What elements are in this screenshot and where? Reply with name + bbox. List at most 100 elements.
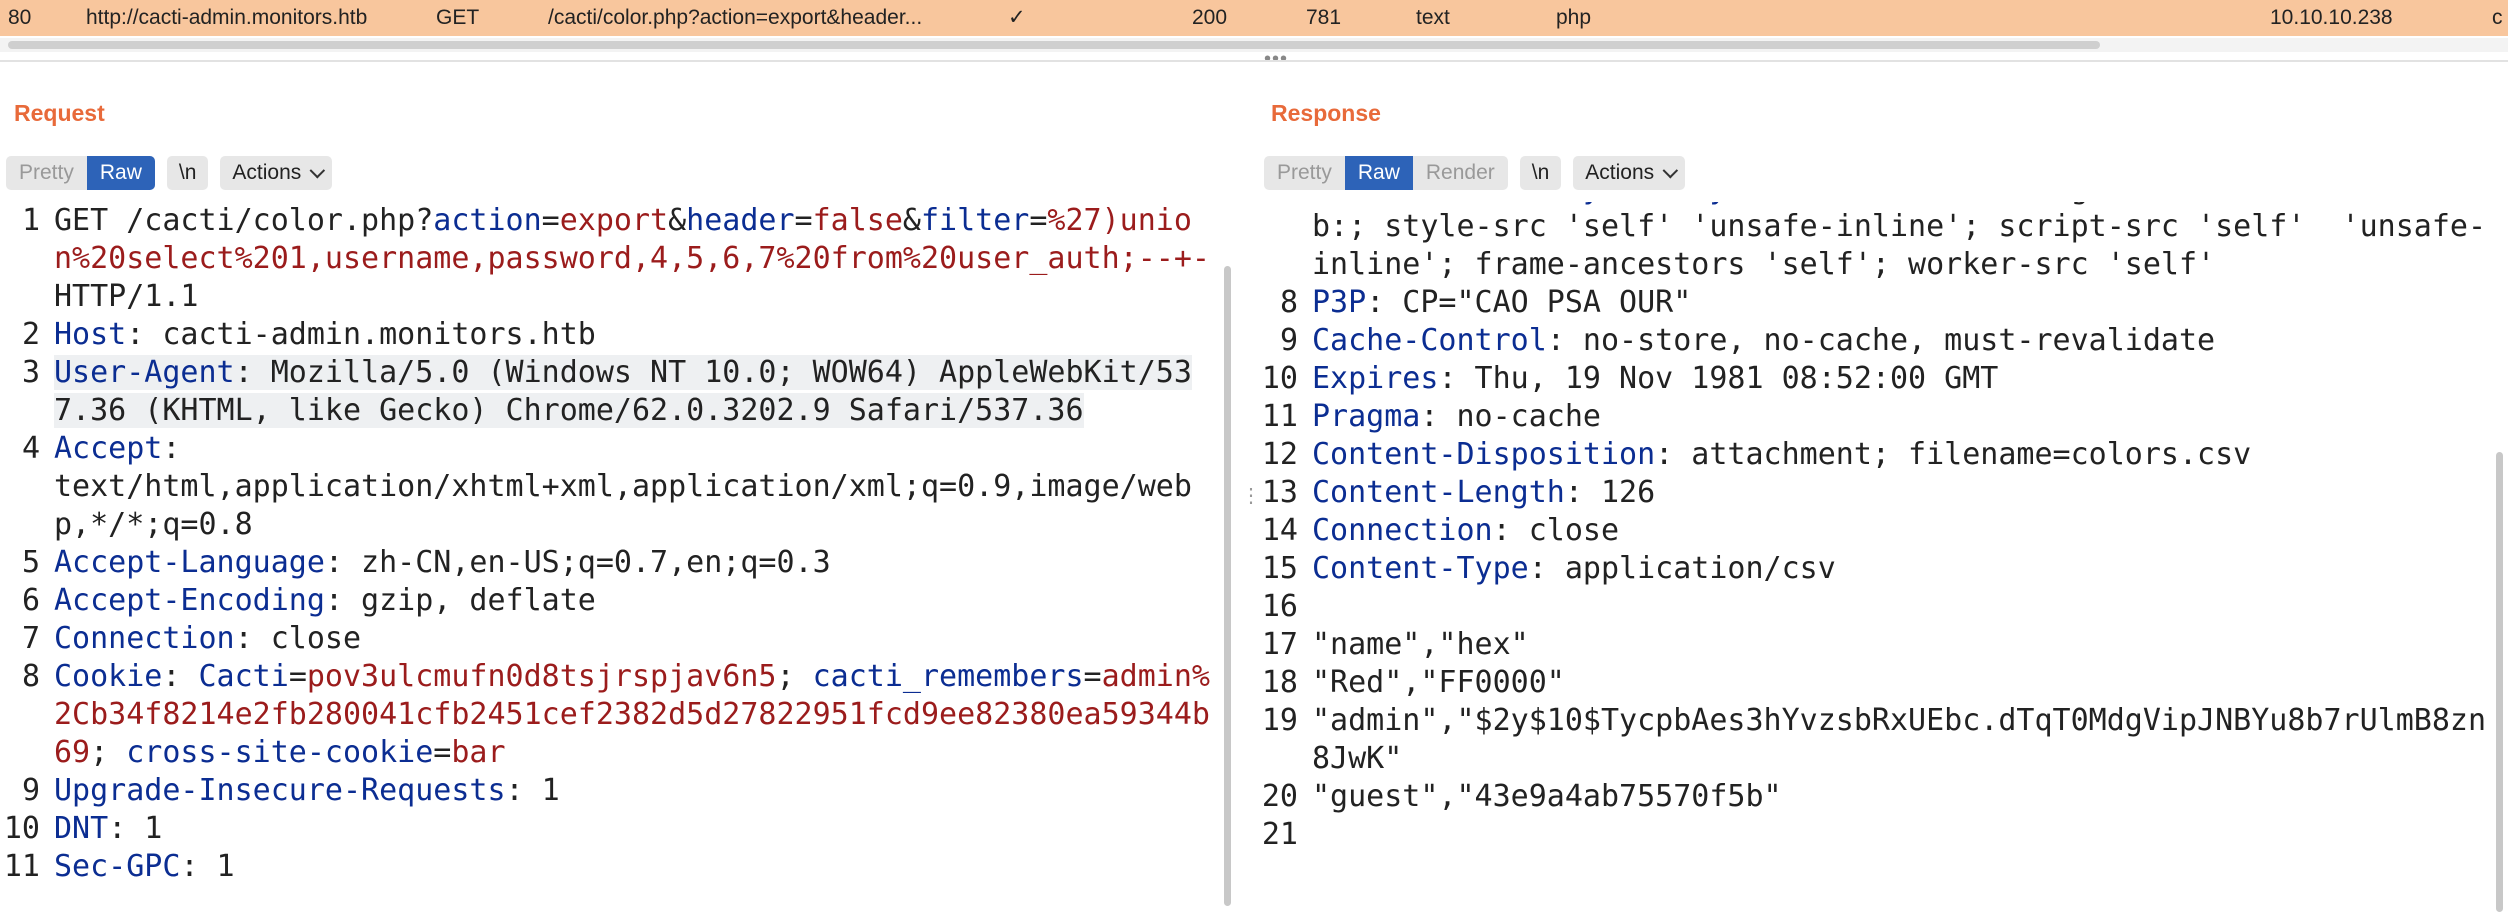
code-line: 4 Accept: text/html,application/xhtml+xml… [0, 430, 1214, 544]
line-number: 9 [21, 773, 40, 808]
history-method: GET [436, 6, 480, 29]
history-number: 80 [8, 6, 32, 29]
code-text: = [1083, 659, 1102, 694]
code-text: = [433, 735, 452, 770]
code-line: 5 Accept-Language: zh-CN,en-US;q=0.7,en;q… [0, 544, 1214, 582]
tab-raw[interactable]: Raw [1344, 156, 1413, 190]
line-number: 2 [21, 317, 40, 352]
code-text: : text/html,application/xhtml+xml,applic… [54, 431, 1192, 542]
line-number: 15 [1261, 551, 1298, 586]
actions-button[interactable]: Actions [220, 156, 333, 190]
line-number: 5 [21, 545, 40, 580]
history-selected-row[interactable]: 80 http://cacti-admin.monitors.htb GET /… [0, 0, 2508, 36]
code-line: 10 Expires: Thu, 19 Nov 1981 08:52:00 GMT [1258, 360, 2490, 398]
tab-raw[interactable]: Raw [86, 156, 155, 190]
code-line: 11 Sec-GPC: 1 [0, 848, 1214, 886]
chevron-down-icon [1662, 162, 1679, 179]
code-text: : close [234, 621, 362, 656]
code-text: : gzip, deflate [324, 583, 596, 618]
actions-button[interactable]: Actions [1573, 156, 1686, 190]
param-value: bar [451, 735, 506, 770]
line-number: 7 [1258, 202, 1298, 208]
scrollbar-thumb[interactable] [8, 41, 2100, 49]
code-line: 17 "name","hex" [1258, 626, 2490, 664]
header-name: Cache-Control [1312, 323, 1547, 358]
newline-toggle-button[interactable]: \n [1519, 156, 1562, 190]
header-name: Cacti [198, 659, 289, 694]
header-name: filter [920, 203, 1030, 238]
scrollbar-thumb[interactable] [1224, 266, 1231, 906]
response-scrollbar[interactable] [2492, 202, 2508, 912]
request-view-tabs: Pretty Raw [6, 156, 155, 190]
tab-pretty[interactable]: Pretty [6, 156, 87, 190]
line-number: 21 [1261, 817, 1298, 852]
header-name: User-Agent [54, 355, 235, 390]
header-name: Content-Type [1312, 551, 1529, 586]
code-line: 20 "guest","43e9a4ab75570f5b" [1258, 778, 2490, 816]
history-length: 781 [1306, 6, 1342, 29]
pane-splitter[interactable]: ⋮ [1232, 62, 1261, 900]
history-url: /cacti/color.php?action=export&header... [548, 6, 923, 29]
header-name: Host [54, 317, 127, 352]
code-line: 15 Content-Type: application/csv [1258, 550, 2490, 588]
scrollbar-thumb[interactable] [2496, 452, 2503, 912]
code-line: 7 Connection: close [0, 620, 1214, 658]
line-number: 10 [1261, 361, 1298, 396]
code-text: : 1 [505, 773, 560, 808]
code-line: 10 DNT: 1 [0, 810, 1214, 848]
code-text: : [162, 659, 199, 694]
line-number: 8 [1279, 285, 1298, 320]
history-status: 200 [1192, 6, 1228, 29]
chevron-down-icon [309, 162, 326, 179]
header-name: Content-Disposition [1312, 437, 1656, 472]
code-line: 9 Cache-Control: no-store, no-cache, must… [1258, 322, 2490, 360]
code-text: "Red","FF0000" [1312, 665, 1565, 700]
param-value: export [559, 203, 669, 238]
line-number: 7 [21, 621, 40, 656]
history-ip: 10.10.10.238 [2270, 6, 2393, 29]
line-number: 8 [21, 659, 40, 694]
line-number: 20 [1261, 779, 1298, 814]
request-scrollbar[interactable] [1222, 202, 1232, 906]
header-name: header [686, 203, 795, 238]
response-toolbar: Pretty Raw Render \n Actions [1264, 154, 1686, 192]
tab-render[interactable]: Render [1413, 156, 1508, 190]
code-line: 21 [1258, 816, 2490, 854]
code-text: = [288, 659, 307, 694]
history-mime: text [1416, 6, 1450, 29]
code-line: 2 Host: cacti-admin.monitors.htb [0, 316, 1214, 354]
newline-toggle-button[interactable]: \n [166, 156, 209, 190]
code-line: 6 Accept-Encoding: gzip, deflate [0, 582, 1214, 620]
code-line: 9 Upgrade-Insecure-Requests: 1 [0, 772, 1214, 810]
code-text: : close [1492, 513, 1620, 548]
header-name: Expires [1312, 361, 1439, 396]
header-name: Upgrade-Insecure-Requests [54, 773, 506, 808]
code-line: 18 "Red","FF0000" [1258, 664, 2490, 702]
header-name: cross-site-cookie [126, 735, 434, 770]
code-line: 11 Pragma: no-cache [1258, 398, 2490, 436]
code-line: 12 Content-Disposition: attachment; filen… [1258, 436, 2490, 474]
header-name: Connection [54, 621, 235, 656]
code-text: : cacti-admin.monitors.htb [126, 317, 596, 352]
header-name: Content-Length [1312, 475, 1565, 510]
header-name: Connection [1312, 513, 1493, 548]
line-number: 16 [1261, 589, 1298, 624]
code-text: ; [776, 659, 813, 694]
code-text: : Thu, 19 Nov 1981 08:52:00 GMT [1438, 361, 1999, 396]
code-text: = [1029, 203, 1048, 238]
code-line: 3 User-Agent: Mozilla/5.0 (Windows NT 10.… [0, 354, 1214, 430]
history-horizontal-scrollbar[interactable] [0, 38, 2508, 52]
request-editor[interactable]: 1 GET /cacti/color.php?action=export&head… [0, 202, 1214, 900]
line-number: 6 [21, 583, 40, 618]
actions-label: Actions [232, 161, 302, 184]
request-toolbar: Pretty Raw \n Actions [6, 154, 333, 192]
line-number: 14 [1261, 513, 1298, 548]
header-name: Cookie [54, 659, 163, 694]
request-title: Request [14, 100, 105, 126]
history-params-check: ✓ [1008, 6, 1026, 29]
code-text: "admin","$2y$10$TycpbAes3hYvzsbRxUEbc.dT… [1312, 703, 2486, 776]
code-text: "name","hex" [1312, 627, 1529, 662]
history-host: http://cacti-admin.monitors.htb [86, 6, 368, 29]
response-editor[interactable]: 7 Content-Security-Policy: default-src *;… [1258, 202, 2490, 900]
tab-pretty[interactable]: Pretty [1264, 156, 1345, 190]
